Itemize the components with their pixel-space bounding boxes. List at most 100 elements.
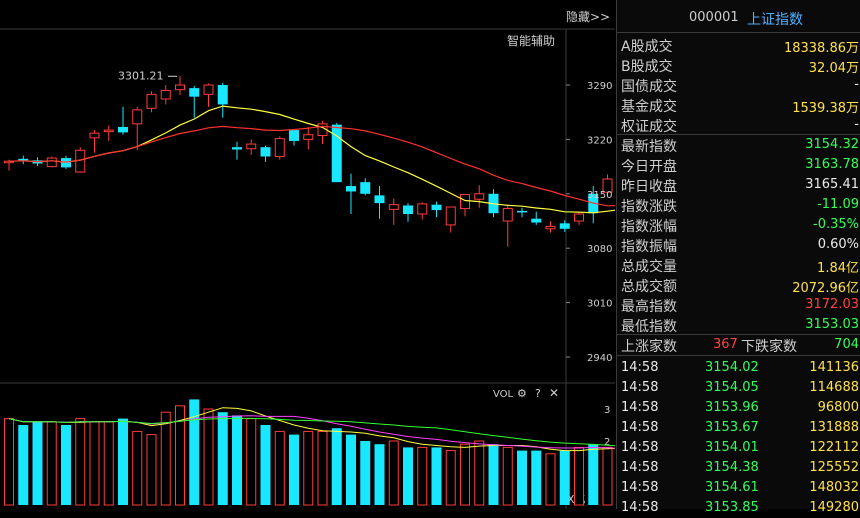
candle-body (89, 132, 100, 139)
stat-row: 指数振幅 0.60% (617, 235, 860, 255)
volume-bar (4, 418, 14, 506)
stat-label: 权证成交 (621, 119, 677, 135)
candle-body (374, 195, 385, 204)
close-icon: ✕ (549, 386, 559, 400)
tick-row: 14:58 3153.85 149280 (617, 498, 860, 518)
candle-body (160, 89, 171, 100)
stat-label: 基金成交 (621, 99, 677, 115)
candle-body (274, 138, 285, 157)
tick-time: 14:58 (621, 400, 659, 415)
stat-value: 18338.86万 (783, 41, 859, 56)
stat-label: B股成交 (621, 59, 673, 75)
candle-body (246, 143, 257, 150)
volume-bar (346, 434, 356, 505)
advance-label: 上涨家数 (621, 339, 677, 355)
volume-bar (118, 418, 128, 505)
stat-row: 最高指数 3172.03 (617, 295, 860, 315)
volume-bar (203, 408, 214, 506)
volume-bar (260, 425, 271, 505)
volume-bar (445, 450, 456, 506)
stat-label: 指数涨幅 (621, 219, 677, 235)
decline-label: 下跌家数 (741, 339, 797, 355)
index-name[interactable]: 上证指数 (747, 9, 803, 29)
tick-price: 3153.67 (705, 420, 759, 435)
candle-body (103, 129, 114, 133)
smart-assist-button[interactable]: 智能辅助 (507, 32, 555, 49)
gear-icon: ⚙ (517, 387, 527, 400)
volume-bar (360, 441, 371, 505)
stat-value: 1539.38万 (792, 101, 859, 116)
stat-row: 总成交额 2072.96亿 (617, 275, 860, 296)
tick-volume: 125552 (809, 460, 859, 475)
volume-bar (146, 434, 157, 506)
stat-value: 3163.78 (805, 157, 859, 172)
volume-bar (602, 446, 613, 506)
stat-label: 国债成交 (621, 79, 677, 95)
stat-label: 指数涨跌 (621, 199, 677, 215)
candle-body (132, 109, 143, 125)
tick-row: 14:58 3154.05 114688 (617, 378, 860, 398)
stat-label: 总成交额 (621, 279, 677, 295)
tick-time: 14:58 (621, 420, 659, 435)
index-header: 000001 上证指数 (617, 0, 860, 33)
stat-label: A股成交 (621, 39, 673, 55)
stat-value: - (854, 77, 859, 92)
volume-bar (160, 411, 171, 506)
candle-body (403, 205, 413, 215)
volume-tick-label: 2 (604, 437, 610, 448)
tick-time: 14:58 (621, 460, 659, 475)
stat-value: 3154.32 (805, 137, 859, 152)
volume-bar (75, 418, 86, 506)
volume-bar (588, 444, 599, 505)
volume-bar (331, 428, 342, 505)
tick-price: 3154.61 (705, 480, 759, 495)
tick-price: 3154.38 (705, 460, 759, 475)
candle-body (360, 182, 371, 194)
stat-value: 0.60% (817, 237, 859, 252)
volume-bar (232, 415, 242, 505)
candle-body (545, 225, 556, 230)
candle-body (118, 126, 128, 133)
volume-bar (531, 450, 542, 505)
volume-bar (303, 430, 314, 506)
tick-volume: 114688 (809, 380, 859, 395)
candle-body (146, 93, 157, 109)
tick-row: 14:58 3154.02 141136 (617, 358, 860, 378)
stat-value: 3165.41 (805, 177, 859, 192)
kline-chart[interactable]: 3301.21 3290 3220 3150 3080 3010 2940 VOL ⚙? ✕ 3… (0, 0, 615, 509)
candle-body (502, 208, 513, 222)
candle-body (474, 193, 485, 200)
candle-body (260, 147, 271, 157)
tick-price: 3153.85 (705, 500, 759, 515)
stat-row: 最新指数 3154.32 (617, 135, 860, 155)
tick-time: 14:58 (621, 440, 659, 455)
volume-bar (217, 412, 228, 505)
candle-body (289, 130, 299, 141)
index-code: 000001 (689, 10, 739, 25)
price-tick-label: 3010 (587, 299, 612, 310)
candle-body (388, 204, 399, 210)
tick-volume: 96800 (817, 400, 859, 415)
stat-label: 今日开盘 (621, 159, 677, 175)
candle-body (517, 210, 527, 213)
tick-volume: 131888 (809, 420, 859, 435)
tick-time: 14:58 (621, 360, 659, 375)
volume-bar (246, 418, 257, 506)
tick-price: 3154.05 (705, 380, 759, 395)
candle-body (61, 158, 71, 168)
advance-count: 367 (713, 337, 738, 352)
tick-volume: 122112 (809, 440, 859, 455)
candle-body (417, 203, 428, 215)
stat-label: 最新指数 (621, 139, 677, 155)
stat-row: 总成交量 1.84亿 (617, 255, 860, 276)
tick-price: 3154.01 (705, 440, 759, 455)
stat-row: 权证成交 - (617, 115, 860, 135)
tick-volume: 141136 (809, 360, 859, 375)
candle-body (431, 204, 442, 211)
decline-count: 704 (834, 337, 859, 352)
hide-panel-button[interactable]: 隐藏>> (566, 8, 610, 25)
stat-row: 指数涨跌 -11.09 (617, 195, 860, 215)
volume-bar (574, 446, 584, 506)
stat-value: - (854, 117, 859, 132)
stat-row: 昨日收盘 3165.41 (617, 175, 860, 195)
